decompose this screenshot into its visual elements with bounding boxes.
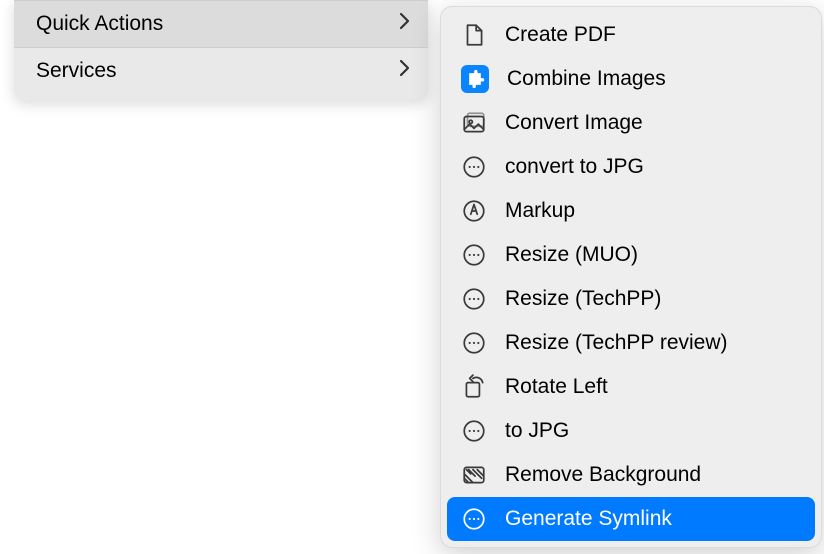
submenu-item-label: Convert Image — [505, 111, 643, 135]
ellipsis-circle-icon — [461, 330, 487, 356]
submenu-item-label: Create PDF — [505, 23, 616, 47]
ellipsis-circle-icon — [461, 242, 487, 268]
quick-actions-submenu: Create PDF Combine Images Convert Image … — [440, 6, 822, 548]
submenu-item-convert-image[interactable]: Convert Image — [447, 101, 815, 145]
context-menu: Quick Actions Services — [14, 0, 428, 100]
ellipsis-circle-icon — [461, 506, 487, 532]
submenu-item-rotate-left[interactable]: Rotate Left — [447, 365, 815, 409]
submenu-item-create-pdf[interactable]: Create PDF — [447, 13, 815, 57]
photo-icon — [461, 110, 487, 136]
submenu-item-resize-muo[interactable]: Resize (MUO) — [447, 233, 815, 277]
submenu-item-markup[interactable]: Markup — [447, 189, 815, 233]
submenu-item-label: Resize (MUO) — [505, 243, 638, 267]
menu-item-label: Services — [36, 59, 117, 83]
submenu-item-resize-techpp-review[interactable]: Resize (TechPP review) — [447, 321, 815, 365]
menu-item-quick-actions[interactable]: Quick Actions — [14, 1, 428, 47]
file-icon — [461, 22, 487, 48]
submenu-item-label: Remove Background — [505, 463, 701, 487]
submenu-item-label: Resize (TechPP) — [505, 287, 661, 311]
submenu-item-label: Rotate Left — [505, 375, 608, 399]
submenu-item-resize-techpp[interactable]: Resize (TechPP) — [447, 277, 815, 321]
submenu-item-to-jpg[interactable]: to JPG — [447, 409, 815, 453]
menu-item-label: Quick Actions — [36, 12, 163, 36]
ellipsis-circle-icon — [461, 418, 487, 444]
submenu-item-combine-images[interactable]: Combine Images — [447, 57, 815, 101]
submenu-item-label: Combine Images — [507, 67, 666, 91]
submenu-item-label: Generate Symlink — [505, 507, 672, 531]
ellipsis-circle-icon — [461, 154, 487, 180]
remove-bg-icon — [461, 462, 487, 488]
puzzle-icon — [461, 65, 489, 93]
submenu-item-label: Markup — [505, 199, 575, 223]
markup-icon — [461, 198, 487, 224]
chevron-right-icon — [399, 12, 410, 36]
submenu-item-label: convert to JPG — [505, 155, 644, 179]
submenu-item-label: Resize (TechPP review) — [505, 331, 728, 355]
submenu-item-convert-to-jpg[interactable]: convert to JPG — [447, 145, 815, 189]
chevron-right-icon — [399, 59, 410, 83]
submenu-item-label: to JPG — [505, 419, 569, 443]
ellipsis-circle-icon — [461, 286, 487, 312]
rotate-left-icon — [461, 374, 487, 400]
submenu-item-generate-symlink[interactable]: Generate Symlink — [447, 497, 815, 541]
menu-item-services[interactable]: Services — [14, 48, 428, 94]
submenu-item-remove-background[interactable]: Remove Background — [447, 453, 815, 497]
